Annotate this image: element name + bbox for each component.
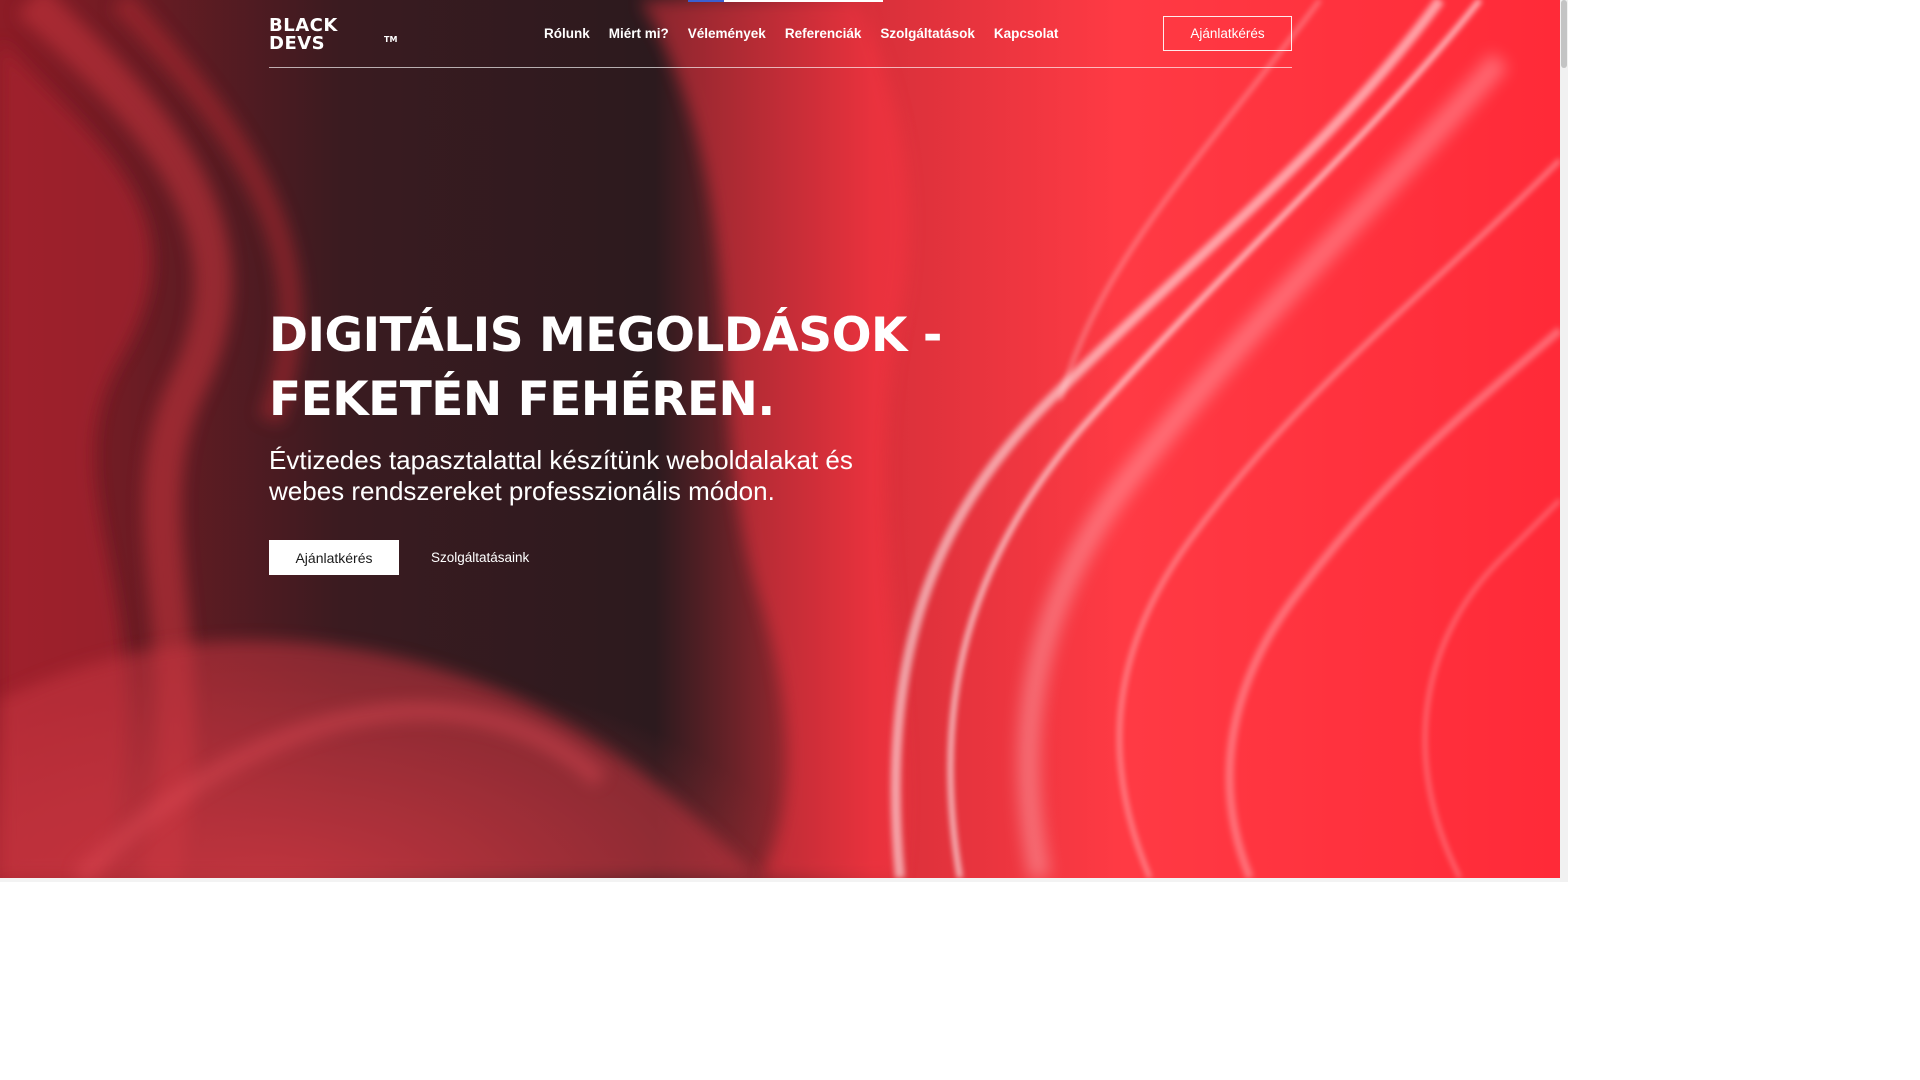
hero-services-link[interactable]: Szolgáltatásaink: [431, 548, 529, 568]
hero-quote-button[interactable]: Ajánlatkérés: [269, 540, 399, 575]
nav-item-kapcsolat[interactable]: Kapcsolat: [994, 24, 1059, 44]
main-nav: Rólunk Miért mi? Vélemények Referenciák …: [544, 24, 1058, 44]
logo-line2: DEVS: [269, 33, 325, 52]
hero-title-line2: FEKETÉN FEHÉREN.: [269, 372, 775, 427]
nav-item-miert-mi[interactable]: Miért mi?: [609, 24, 669, 44]
nav-item-rolunk[interactable]: Rólunk: [544, 24, 590, 44]
page-bottom-edge: [0, 878, 1560, 882]
hero-background-waves: [0, 0, 1560, 878]
nav-item-velemenyek[interactable]: Vélemények: [688, 24, 766, 44]
nav-item-referenciak[interactable]: Referenciák: [785, 24, 862, 44]
header-quote-button[interactable]: Ajánlatkérés: [1163, 16, 1292, 51]
page-scrollbar-track[interactable]: [1560, 0, 1568, 882]
nav-item-szolgaltatasok[interactable]: Szolgáltatások: [880, 24, 975, 44]
hero-title-line1: DIGITÁLIS MEGOLDÁSOK -: [269, 308, 942, 363]
logo-trademark: TM: [384, 35, 397, 44]
hero-subtitle-line1: Évtizedes tapasztalattal készítünk webol…: [269, 445, 853, 475]
hero-title: DIGITÁLIS MEGOLDÁSOK - FEKETÉN FEHÉREN.: [269, 304, 1029, 432]
hero-subtitle-line2: webes rendszereket professzionális módon…: [269, 476, 775, 506]
blackdevs-logo[interactable]: BLACK DEVS TM: [269, 16, 411, 52]
page-scrollbar-thumb[interactable]: [1561, 0, 1567, 68]
hero-subtitle: Évtizedes tapasztalattal készítünk webol…: [269, 445, 969, 507]
hero-section: [0, 0, 1560, 878]
